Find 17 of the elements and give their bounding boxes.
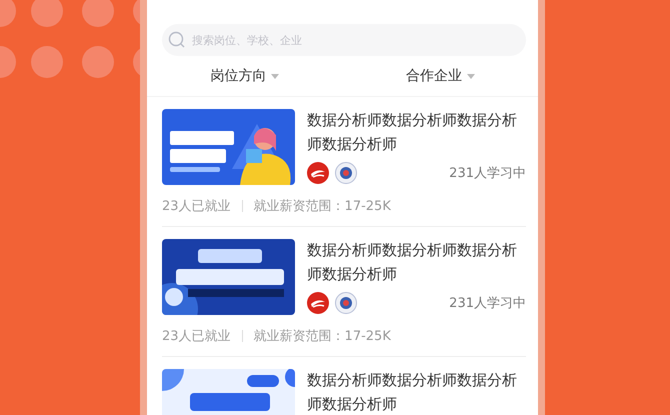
employed-count: 23人已就业: [162, 328, 231, 345]
caret-icon: [466, 74, 475, 78]
course-title: 数据分析师数据分析师数据分析师数据分析师: [307, 110, 518, 155]
company-logo-icon: [307, 292, 329, 314]
filter-dropdown[interactable]: 岗位方向: [208, 65, 282, 87]
course-title: 数据分析师数据分析师数据分析师数据分析师: [307, 240, 518, 285]
learner-count: 231人学习中: [449, 295, 526, 312]
company-logo-icon: [307, 162, 329, 184]
course-title: 数据分析师数据分析师数据分析师数据分析师: [307, 370, 518, 415]
learner-count: 231人学习中: [449, 165, 526, 182]
salary-range: 就业薪资范围：17-25K: [254, 328, 391, 345]
school-emblem-icon: [335, 162, 357, 184]
caret-icon: [271, 74, 280, 78]
filter-dropdown[interactable]: 合作企业: [404, 65, 477, 87]
school-emblem-icon: [335, 292, 357, 314]
salary-range: 就业薪资范围：17-25K: [254, 198, 391, 215]
employed-count: 23人已就业: [162, 198, 231, 215]
